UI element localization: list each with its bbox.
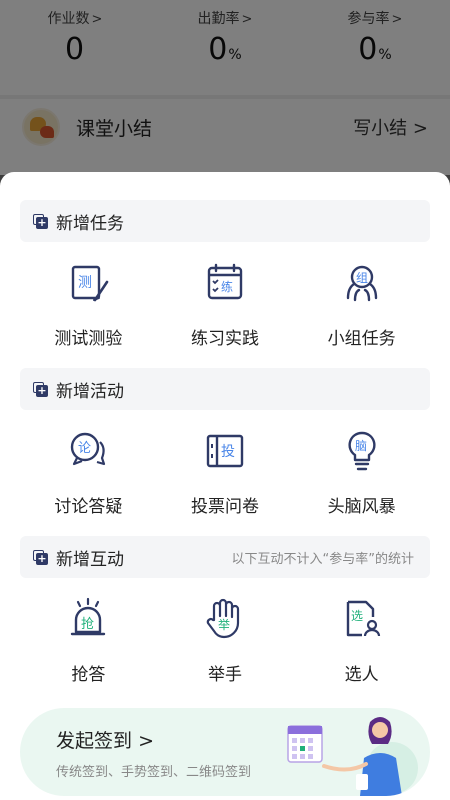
section-title: 新增活动 [56,381,124,402]
item-test-quiz[interactable]: 测 测试测验 [20,260,157,349]
svg-text:论: 论 [78,441,91,456]
section-title: 新增任务 [56,213,124,234]
item-brainstorm[interactable]: 脑 头脑风暴 [293,428,430,517]
item-label: 投票问卷 [191,497,259,517]
task-grid: 测 测试测验 练 练习实践 组 小组任务 [20,260,430,349]
item-pick-person[interactable]: 选 选人 [293,596,430,685]
activity-grid: 论 讨论答疑 投 投票问卷 脑 头脑风暴 [20,428,430,517]
pick-person-icon: 选 [346,600,380,637]
brainstorm-bulb-icon: 脑 [348,431,376,471]
section-title: 新增互动 [56,549,124,570]
item-discussion[interactable]: 论 讨论答疑 [20,428,157,517]
item-label: 抢答 [71,665,106,685]
item-label: 小组任务 [327,329,396,349]
item-quick-answer[interactable]: 抢 抢答 [20,596,157,685]
signin-subtitle: 传统签到、手势签到、二维码签到 [56,765,252,780]
item-label: 测试测验 [54,329,123,349]
section-header-interactions: + 新增互动 以下互动不计入“参与率”的统计 [20,536,430,578]
svg-text:脑: 脑 [355,439,367,453]
vote-icon: 投 [206,434,244,468]
section-header-tasks: + 新增任务 [20,200,430,242]
section-note: 以下互动不计入“参与率”的统计 [231,551,414,567]
svg-text:练: 练 [221,279,233,294]
svg-text:选: 选 [351,609,363,623]
item-vote-survey[interactable]: 投 投票问卷 [157,428,294,517]
test-icon: 测 [72,265,109,302]
practice-calendar-icon: 练 [207,263,243,300]
item-practice[interactable]: 练 练习实践 [157,260,294,349]
svg-text:投: 投 [221,444,235,460]
svg-text:组: 组 [356,271,368,285]
add-square-icon: + [33,381,48,397]
signin-title: 发起签到 [56,730,133,752]
item-label: 头脑风暴 [327,497,396,517]
svg-text:举: 举 [218,618,230,632]
svg-text:抢: 抢 [81,616,94,632]
add-menu-sheet: + 新增任务 测 测试测验 练 练习实践 组 小组任务 + 新增活动 论 讨论答… [0,172,450,800]
item-label: 讨论答疑 [54,497,123,517]
quick-answer-bell-icon: 抢 [71,597,106,636]
raise-hand-icon: 举 [206,598,240,639]
svg-text:测: 测 [78,275,92,291]
interaction-grid: 抢 抢答 举 举手 选 选人 [20,596,430,685]
chevron-right-icon: > [138,730,154,752]
group-icon: 组 [346,265,377,302]
add-square-icon: + [33,549,48,565]
signin-illustration [287,717,418,796]
add-square-icon: + [33,213,48,229]
item-label: 选人 [344,665,379,685]
item-label: 练习实践 [191,329,259,349]
start-signin-banner[interactable]: 发起签到 > 传统签到、手势签到、二维码签到 [20,708,430,796]
discussion-icon: 论 [71,432,106,466]
section-header-activities: + 新增活动 [20,368,430,410]
item-group-task[interactable]: 组 小组任务 [293,260,430,349]
item-label: 举手 [208,665,242,685]
item-raise-hand[interactable]: 举 举手 [157,596,294,685]
